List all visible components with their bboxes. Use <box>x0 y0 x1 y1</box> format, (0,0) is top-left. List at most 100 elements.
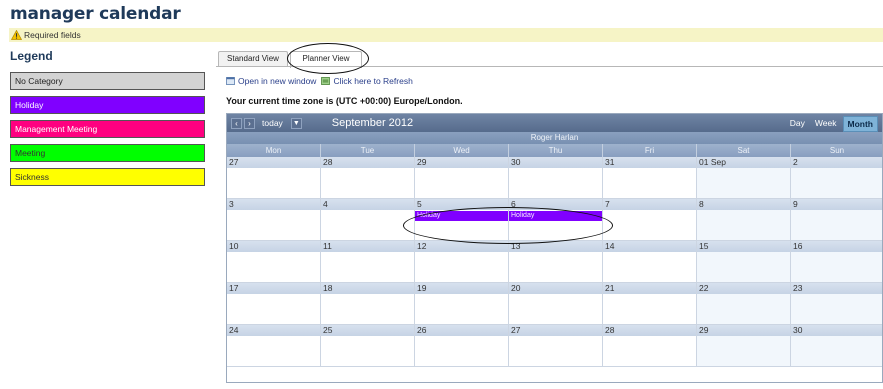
refresh-icon <box>321 77 331 85</box>
day-number: 6 <box>509 199 602 210</box>
day-number: 7 <box>603 199 696 210</box>
legend-item: Meeting <box>10 144 205 162</box>
toolbar: Open in new window Click here to Refresh <box>226 76 413 86</box>
day-cell[interactable]: 13 <box>509 241 603 283</box>
day-cell[interactable]: 31 <box>603 157 697 199</box>
open-new-window-link[interactable]: Open in new window <box>238 76 316 86</box>
day-cell[interactable]: 25 <box>321 325 415 367</box>
day-cell[interactable]: 6 Holiday <box>509 199 603 241</box>
day-cell[interactable]: 20 <box>509 283 603 325</box>
legend-item: Sickness <box>10 168 205 186</box>
day-of-week-row: Mon Tue Wed Thu Fri Sat Sun <box>227 144 882 157</box>
day-header: Sat <box>697 144 791 157</box>
day-cell[interactable]: 23 <box>791 283 882 325</box>
person-row: Roger Harlan <box>227 132 882 144</box>
day-cell[interactable]: 15 <box>697 241 791 283</box>
day-number: 30 <box>791 325 882 336</box>
day-header: Tue <box>321 144 415 157</box>
day-number: 4 <box>321 199 414 210</box>
day-cell[interactable]: 9 <box>791 199 882 241</box>
day-header: Thu <box>509 144 603 157</box>
day-cell[interactable]: 24 <box>227 325 321 367</box>
day-cell[interactable]: 30 <box>791 325 882 367</box>
day-cell[interactable]: 21 <box>603 283 697 325</box>
day-number: 24 <box>227 325 320 336</box>
day-number: 18 <box>321 283 414 294</box>
week-row: 17 18 19 20 21 22 23 <box>227 283 882 325</box>
event-holiday[interactable]: Holiday <box>415 211 508 221</box>
day-number: 27 <box>509 325 602 336</box>
day-number: 11 <box>321 241 414 252</box>
day-header: Mon <box>227 144 321 157</box>
day-cell[interactable]: 28 <box>603 325 697 367</box>
day-cell[interactable]: 8 <box>697 199 791 241</box>
day-cell[interactable]: 16 <box>791 241 882 283</box>
day-number: 9 <box>791 199 882 210</box>
tab-standard-view[interactable]: Standard View <box>218 51 288 67</box>
day-number: 8 <box>697 199 790 210</box>
day-header: Fri <box>603 144 697 157</box>
view-button-day[interactable]: Day <box>786 116 809 132</box>
day-number: 14 <box>603 241 696 252</box>
day-cell[interactable]: 5 Holiday <box>415 199 509 241</box>
day-cell[interactable]: 14 <box>603 241 697 283</box>
calendar: ‹ › today ▼ September 2012 Day Week Month … <box>226 113 883 383</box>
day-cell[interactable]: 22 <box>697 283 791 325</box>
day-cell[interactable]: 10 <box>227 241 321 283</box>
week-row: 10 11 12 13 14 15 16 <box>227 241 882 283</box>
day-cell[interactable]: 18 <box>321 283 415 325</box>
month-grid: 27 28 29 30 31 01 Sep 2 3 4 5 Holiday 6 Holiday 7 8 9 10… <box>227 157 882 367</box>
day-cell[interactable]: 27 <box>227 157 321 199</box>
day-number: 31 <box>603 157 696 168</box>
today-button[interactable]: today <box>262 118 283 128</box>
day-cell[interactable]: 17 <box>227 283 321 325</box>
day-cell[interactable]: 29 <box>415 157 509 199</box>
day-cell[interactable]: 7 <box>603 199 697 241</box>
day-number: 29 <box>415 157 508 168</box>
month-picker-button[interactable]: ▼ <box>290 117 302 129</box>
day-number: 01 Sep <box>697 157 790 168</box>
day-number: 10 <box>227 241 320 252</box>
day-number: 25 <box>321 325 414 336</box>
day-number: 12 <box>415 241 508 252</box>
legend-item: No Category <box>10 72 205 90</box>
day-number: 20 <box>509 283 602 294</box>
day-cell[interactable]: 01 Sep <box>697 157 791 199</box>
day-number: 27 <box>227 157 320 168</box>
month-label: September 2012 <box>331 117 414 129</box>
warning-icon <box>11 30 22 40</box>
day-cell[interactable]: 3 <box>227 199 321 241</box>
day-number: 3 <box>227 199 320 210</box>
day-cell[interactable]: 26 <box>415 325 509 367</box>
chevron-left-icon: ‹ <box>235 118 238 128</box>
day-cell[interactable]: 12 <box>415 241 509 283</box>
day-number: 16 <box>791 241 882 252</box>
day-cell[interactable]: 28 <box>321 157 415 199</box>
refresh-link[interactable]: Click here to Refresh <box>333 76 412 86</box>
week-row: 27 28 29 30 31 01 Sep 2 <box>227 157 882 199</box>
view-button-week[interactable]: Week <box>811 116 841 132</box>
view-button-month[interactable]: Month <box>842 116 878 132</box>
day-number: 19 <box>415 283 508 294</box>
day-number: 2 <box>791 157 882 168</box>
day-number: 17 <box>227 283 320 294</box>
day-number: 21 <box>603 283 696 294</box>
day-cell[interactable]: 29 <box>697 325 791 367</box>
day-cell[interactable]: 11 <box>321 241 415 283</box>
next-month-button[interactable]: › <box>244 117 255 129</box>
tabs-divider <box>216 66 883 67</box>
day-header: Sun <box>791 144 882 157</box>
day-cell[interactable]: 2 <box>791 157 882 199</box>
day-cell[interactable]: 19 <box>415 283 509 325</box>
day-number: 28 <box>321 157 414 168</box>
day-cell[interactable]: 30 <box>509 157 603 199</box>
week-row: 24 25 26 27 28 29 30 <box>227 325 882 367</box>
required-fields-label: Required fields <box>24 30 81 40</box>
day-number: 15 <box>697 241 790 252</box>
event-holiday[interactable]: Holiday <box>509 211 602 221</box>
day-cell[interactable]: 4 <box>321 199 415 241</box>
day-number: 29 <box>697 325 790 336</box>
prev-month-button[interactable]: ‹ <box>231 117 242 129</box>
day-number: 23 <box>791 283 882 294</box>
day-cell[interactable]: 27 <box>509 325 603 367</box>
